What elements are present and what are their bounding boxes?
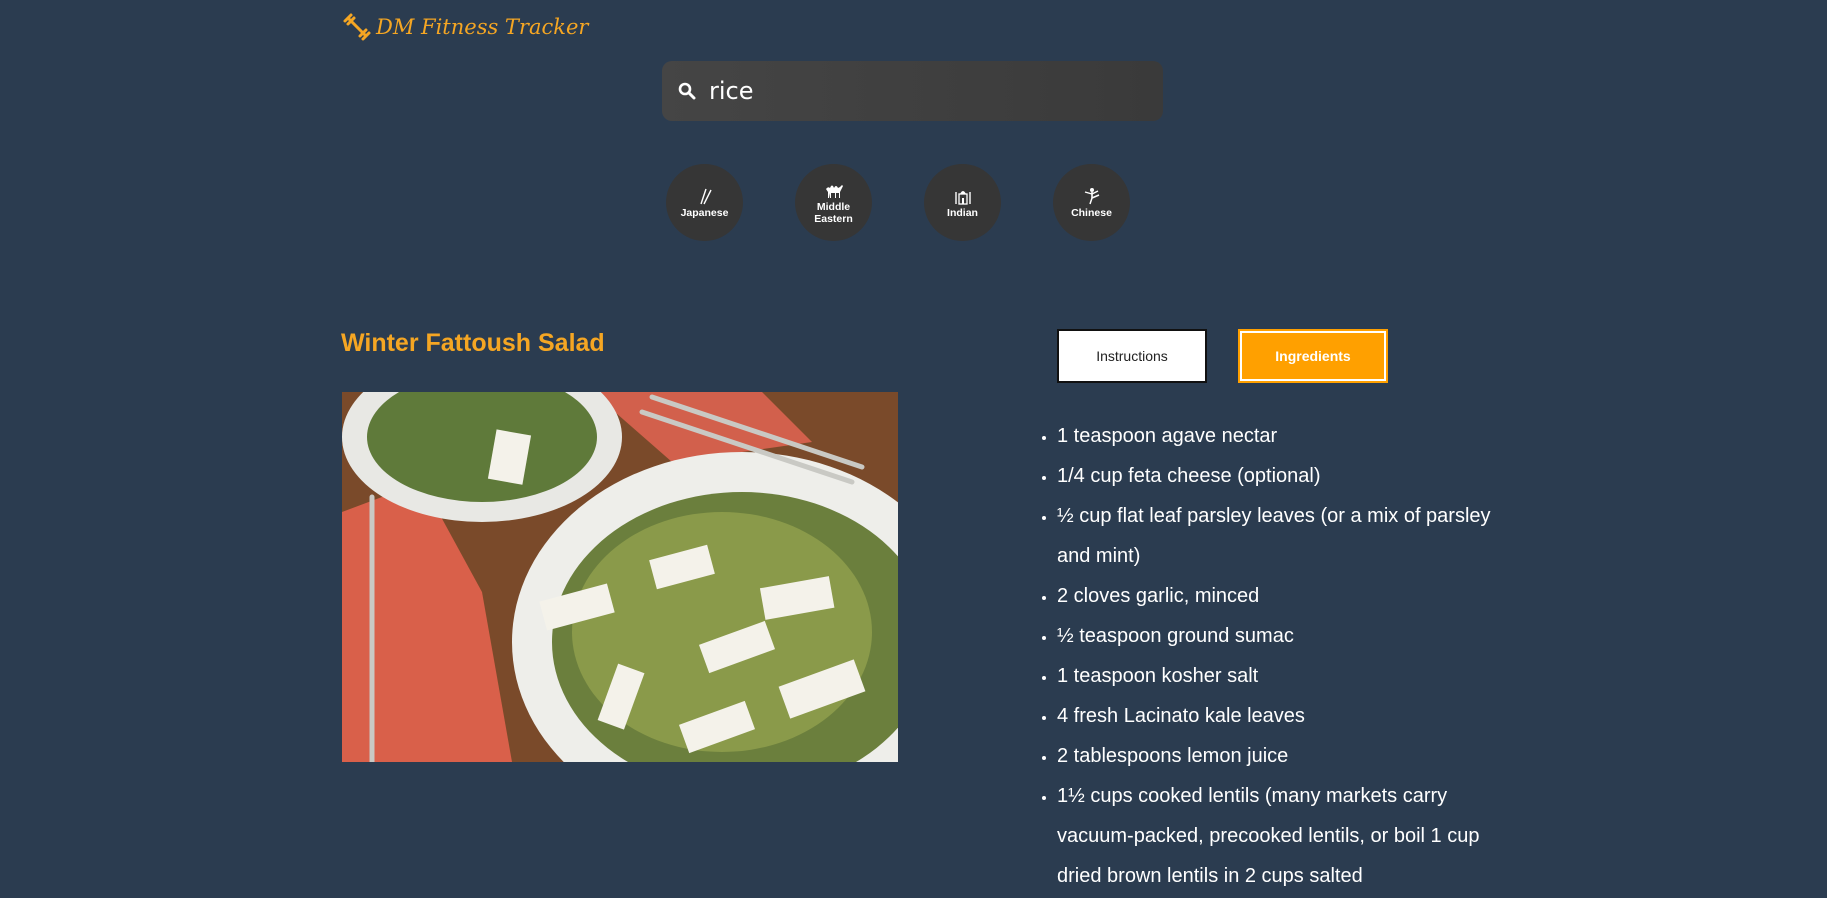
recipe-title: Winter Fattoush Salad [341,329,605,357]
taj-mahal-icon [954,191,971,205]
cuisine-label: Japanese [680,207,729,219]
camel-icon [825,185,843,198]
ingredient-item: 2 cloves garlic, minced [1057,576,1502,616]
search-bar [662,61,1163,121]
search-icon [678,82,696,100]
cuisine-filters: Japanese Middle Eastern Indian Chinese [666,164,1130,241]
ingredient-item: 2 tablespoons lemon juice [1057,736,1502,776]
ingredients-list: 1 teaspoon agave nectar 1/4 cup feta che… [1057,416,1502,896]
dumbbell-icon [343,13,371,41]
chopsticks-icon [699,188,712,205]
cuisine-label: Middle Eastern [814,201,853,225]
brand-logo[interactable]: DM Fitness Tracker [342,12,588,42]
page: DM Fitness Tracker Japanese Middle Easte… [0,0,1827,898]
cuisine-japanese-button[interactable]: Japanese [666,164,743,241]
cuisine-middle-eastern-button[interactable]: Middle Eastern [795,164,872,241]
salad-photo [342,392,898,762]
ingredient-item: ½ teaspoon ground sumac [1057,616,1502,656]
tab-ingredients[interactable]: Ingredients [1238,329,1388,383]
cuisine-chinese-button[interactable]: Chinese [1053,164,1130,241]
ingredient-item: 1 teaspoon agave nectar [1057,416,1502,456]
ingredient-item: 1 teaspoon kosher salt [1057,656,1502,696]
ingredient-item: 4 fresh Lacinato kale leaves [1057,696,1502,736]
kung-fu-icon [1084,188,1099,205]
recipe-image [342,392,898,762]
cuisine-label: Indian [947,207,978,219]
brand-name: DM Fitness Tracker [376,15,589,39]
search-input[interactable] [709,77,1129,105]
cuisine-indian-button[interactable]: Indian [924,164,1001,241]
ingredient-item: 1/4 cup feta cheese (optional) [1057,456,1502,496]
ingredient-item: 1½ cups cooked lentils (many markets car… [1057,776,1502,896]
tab-instructions[interactable]: Instructions [1057,329,1207,383]
ingredient-item: ½ cup flat leaf parsley leaves (or a mix… [1057,496,1502,576]
cuisine-label: Chinese [1071,207,1112,219]
